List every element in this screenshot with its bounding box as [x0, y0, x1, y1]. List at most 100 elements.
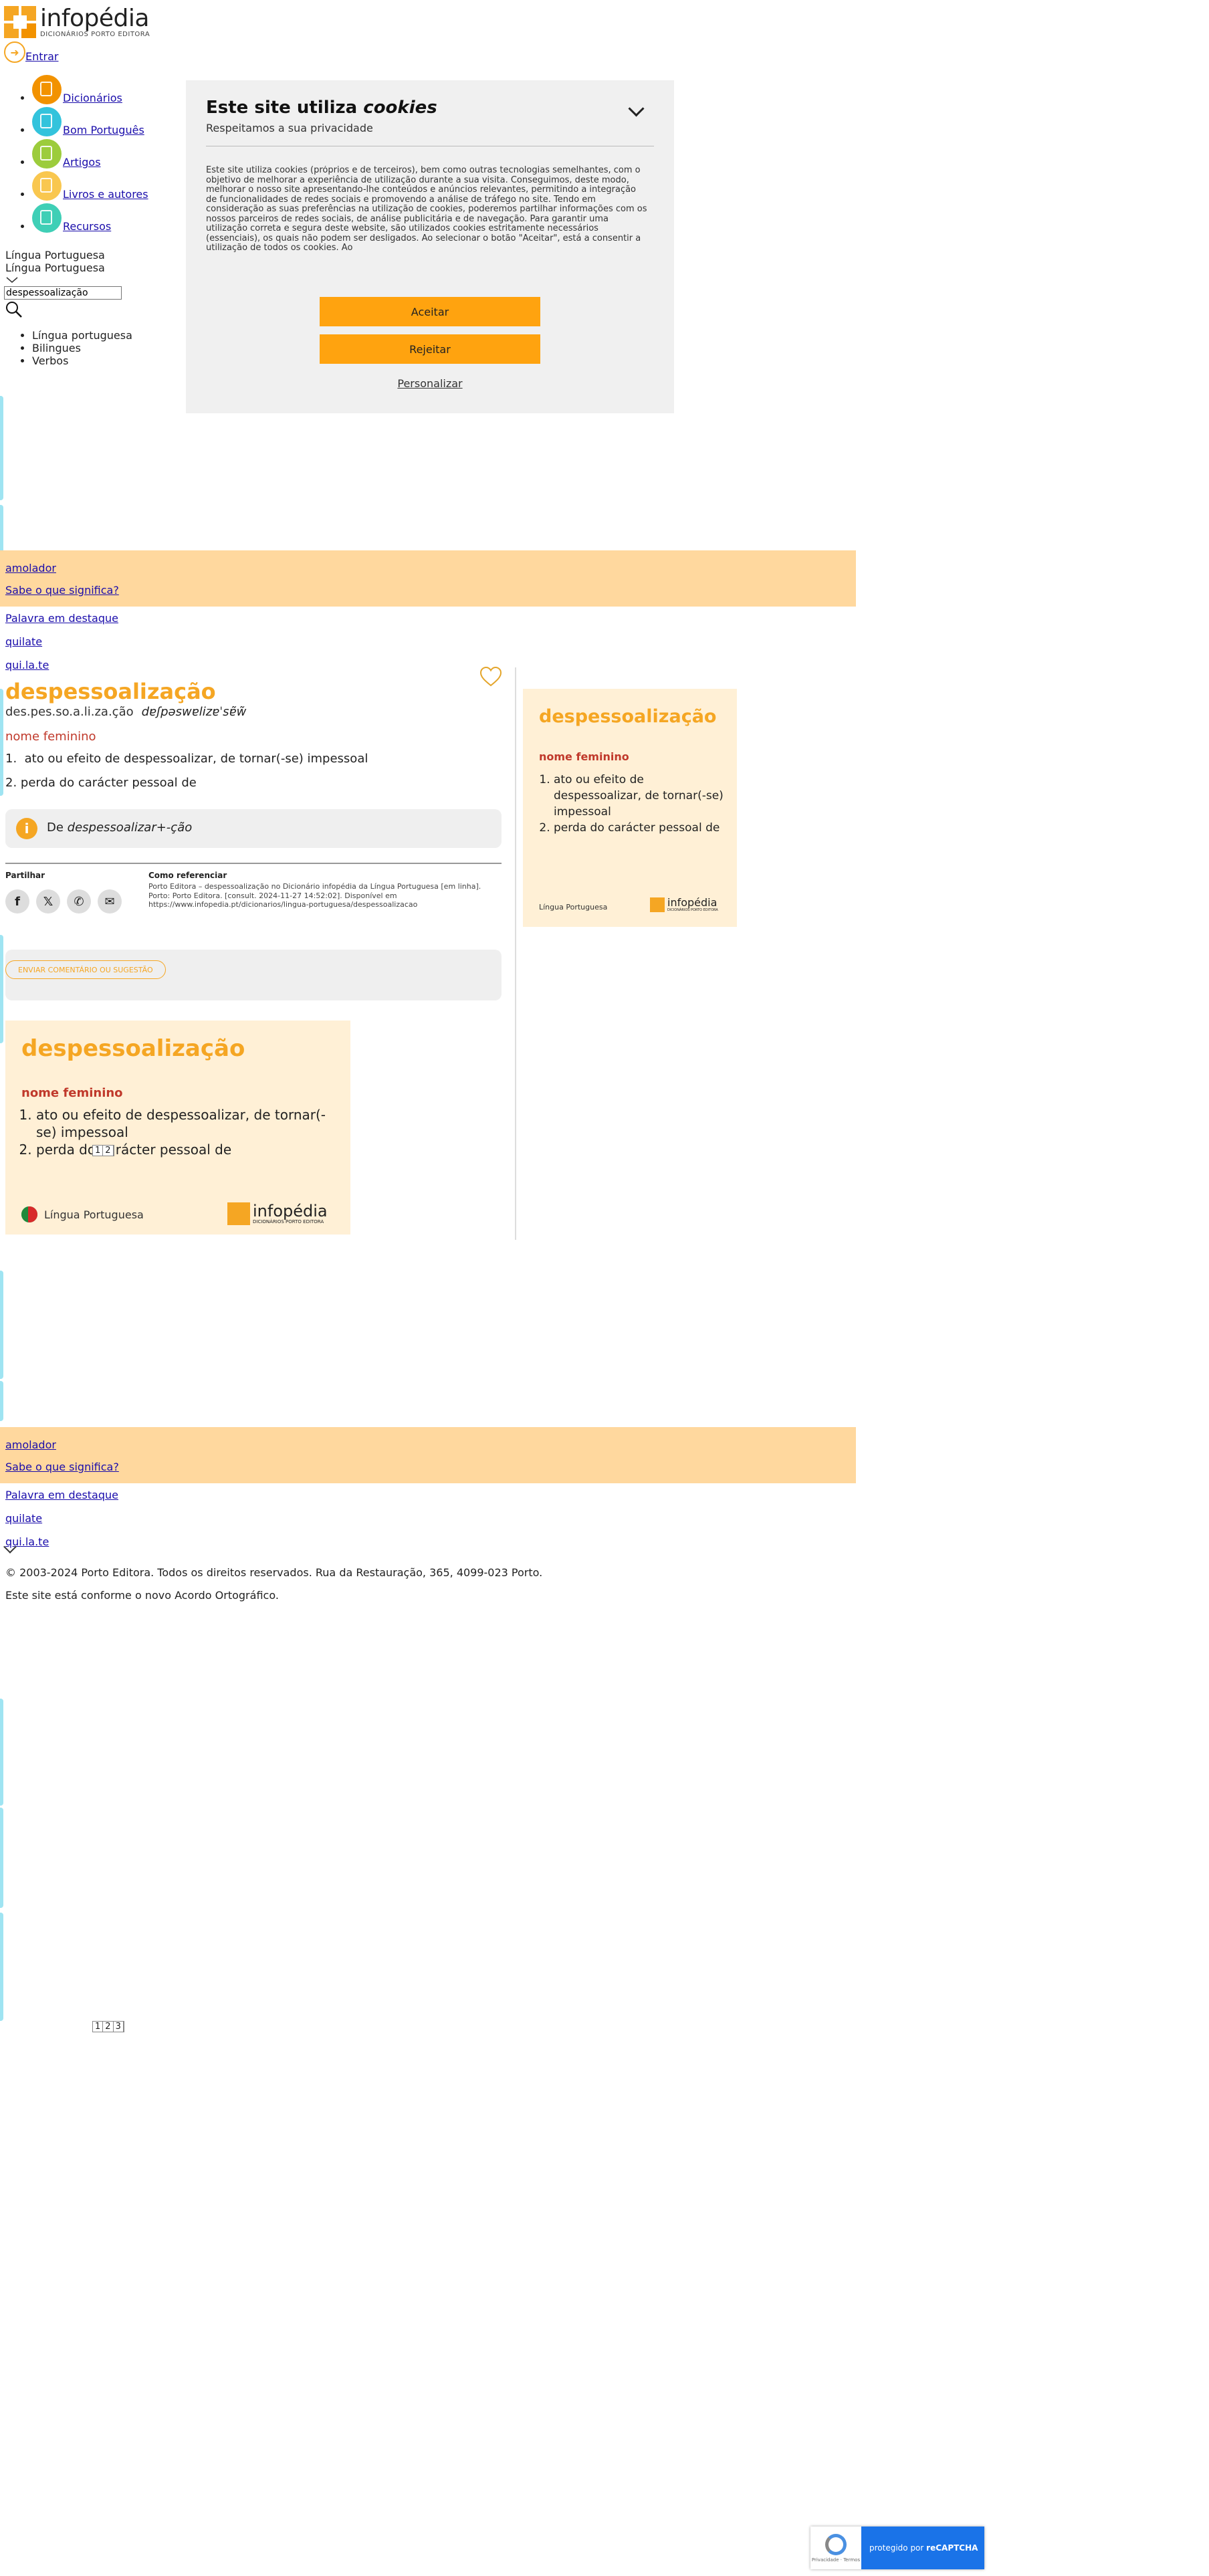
sense-item: 1. ato ou efeito de despessoalizar, de t…: [5, 752, 368, 766]
etymology-text: De despessoalizar+-ção: [47, 821, 193, 835]
share-heading: Partilhar: [5, 871, 45, 880]
chevron-down-icon[interactable]: [5, 276, 19, 284]
scroll-marker: [0, 1808, 3, 1908]
grammar-category: nome feminino: [5, 730, 96, 744]
books-icon: [32, 171, 62, 201]
nav-item-bom-portugues[interactable]: Bom Português: [32, 107, 148, 139]
accept-button[interactable]: Aceitar: [320, 297, 540, 326]
featured-word-heading[interactable]: Palavra em destaque: [5, 1489, 118, 1501]
nav-item-livros-autores[interactable]: Livros e autores: [32, 171, 148, 203]
info-icon: i: [16, 818, 37, 839]
scroll-marker: [0, 1381, 3, 1421]
nav-link-recursos[interactable]: Recursos: [63, 220, 111, 233]
language-list: Língua portuguesa Bilingues Verbos: [0, 329, 132, 367]
card-word: despessoalização: [21, 1035, 245, 1062]
scroll-marker: [0, 1699, 3, 1806]
x-twitter-icon[interactable]: 𝕏: [36, 889, 60, 914]
divider: [5, 863, 502, 864]
resources-icon: [32, 203, 62, 233]
nav-link-bom-portugues[interactable]: Bom Português: [63, 124, 144, 136]
cookie-title: Este site utiliza cookies: [206, 98, 437, 118]
portugal-flag-icon: [21, 1206, 37, 1222]
search-icon[interactable]: [5, 301, 23, 318]
card-senses: ato ou efeito de despessoalizar, de torn…: [21, 1106, 344, 1158]
logo-mark-icon: [4, 6, 36, 38]
language-option[interactable]: Verbos: [32, 354, 132, 367]
card-logo: infopédia DICIONÁRIOS PORTO EDITORA: [650, 897, 718, 912]
language-option[interactable]: Bilingues: [32, 342, 132, 354]
comment-box: ENVIAR COMENTÁRIO OU SUGESTÃO: [5, 950, 502, 1000]
ipa-transcription: dɐʃpəswɐlizɐˈsɐ̃w̃: [141, 705, 247, 719]
language-selected: Língua Portuguesa: [5, 249, 105, 261]
nav-link-artigos[interactable]: Artigos: [63, 156, 101, 169]
nav-link-dicionarios[interactable]: Dicionários: [63, 92, 122, 104]
pronunciation: des.pes.so.a.li.za.ção dɐʃpəswɐlizɐˈsɐ̃w̃: [5, 705, 246, 719]
citation-text: Porto Editora – despessoalização no Dici…: [148, 882, 481, 909]
recaptcha-badge[interactable]: Privacidade · Termos protegido por reCAP…: [810, 2527, 984, 2569]
copyright: © 2003-2024 Porto Editora. Todos os dire…: [5, 1566, 543, 1579]
nav-item-dicionarios[interactable]: Dicionários: [32, 75, 148, 107]
book-check-icon: [32, 107, 62, 136]
share-card-large: despessoalização nome feminino ato ou ef…: [5, 1021, 350, 1235]
login-link[interactable]: ➜ Entrar: [4, 41, 58, 63]
card-senses: ato ou efeito de despessoalizar, de torn…: [539, 772, 729, 836]
featured-word-link[interactable]: quilate: [5, 635, 42, 648]
card-grammar: nome feminino: [539, 750, 629, 763]
nav-link-livros-autores[interactable]: Livros e autores: [63, 188, 148, 201]
share-card-side: despessoalização nome feminino ato ou ef…: [523, 689, 737, 927]
logo-name: infopédia: [40, 4, 149, 32]
facebook-icon[interactable]: f: [5, 889, 29, 914]
pagination[interactable]: 12: [92, 1145, 114, 1156]
site-logo[interactable]: infopédia DICIONÁRIOS PORTO EDITORA: [4, 4, 150, 40]
whatsapp-icon[interactable]: ✆: [67, 889, 91, 914]
search-input[interactable]: [4, 286, 122, 300]
login-icon: ➜: [4, 41, 25, 63]
scroll-marker: [0, 689, 3, 796]
scroll-marker: [0, 1913, 3, 2021]
customize-link[interactable]: Personalizar: [186, 377, 674, 390]
pagination[interactable]: 123: [92, 2021, 124, 2032]
entry-headword: despessoalização: [5, 679, 216, 704]
nav-item-recursos[interactable]: Recursos: [32, 203, 148, 235]
featured-word-link[interactable]: quilate: [5, 1512, 42, 1525]
word-of-day-link[interactable]: amolador: [5, 1438, 56, 1451]
know-meaning-link[interactable]: Sabe o que significa?: [5, 584, 119, 597]
favorite-heart-icon[interactable]: [479, 666, 503, 687]
card-logo: infopédia DICIONÁRIOS PORTO EDITORA: [227, 1202, 328, 1225]
recaptcha-icon: [825, 2533, 847, 2555]
word-of-day-block: amolador Sabe o que significa? Palavra e…: [0, 1427, 856, 1553]
main-nav: Dicionários Bom Português Artigos Livros…: [0, 75, 148, 235]
scroll-marker: [0, 396, 3, 500]
chevron-down-icon[interactable]: [628, 100, 645, 117]
login-label[interactable]: Entrar: [25, 50, 58, 63]
scroll-marker: [0, 505, 3, 557]
email-icon[interactable]: ✉: [98, 889, 122, 914]
scroll-marker: [0, 1271, 3, 1379]
logo-subtitle: DICIONÁRIOS PORTO EDITORA: [40, 30, 150, 38]
card-grammar: nome feminino: [21, 1086, 123, 1100]
card-language: Língua Portuguesa: [539, 903, 608, 911]
column-divider: [515, 667, 516, 1240]
article-icon: [32, 139, 62, 169]
cookie-consent-dialog: Este site utiliza cookies Respeitamos a …: [186, 80, 674, 413]
language-option[interactable]: Língua portuguesa: [32, 329, 132, 342]
language-current: Língua Portuguesa: [5, 261, 105, 274]
word-of-day-block: amolador Sabe o que significa? Palavra e…: [0, 550, 856, 677]
cookie-subtitle: Respeitamos a sua privacidade: [206, 122, 373, 134]
featured-word-heading[interactable]: Palavra em destaque: [5, 612, 118, 625]
card-word: despessoalização: [539, 706, 717, 727]
send-comment-button[interactable]: ENVIAR COMENTÁRIO OU SUGESTÃO: [5, 960, 166, 979]
language-selector[interactable]: Língua Portuguesa Língua Portuguesa: [5, 249, 105, 287]
orthographic-agreement: Este site está conforme o novo Acordo Or…: [5, 1589, 279, 1602]
etymology-box: i De despessoalizar+-ção: [5, 809, 502, 848]
dictionary-icon: [32, 75, 62, 104]
citation-heading: Como referenciar: [148, 871, 227, 880]
syllables: des.pes.so.a.li.za.ção: [5, 705, 134, 719]
word-of-day-link[interactable]: amolador: [5, 562, 56, 574]
recaptcha-terms[interactable]: Privacidade · Termos: [812, 2557, 860, 2563]
scroll-marker: [0, 935, 3, 1043]
reject-button[interactable]: Rejeitar: [320, 334, 540, 364]
nav-item-artigos[interactable]: Artigos: [32, 139, 148, 171]
featured-word-syllables[interactable]: qui.la.te: [5, 659, 49, 671]
know-meaning-link[interactable]: Sabe o que significa?: [5, 1461, 119, 1473]
